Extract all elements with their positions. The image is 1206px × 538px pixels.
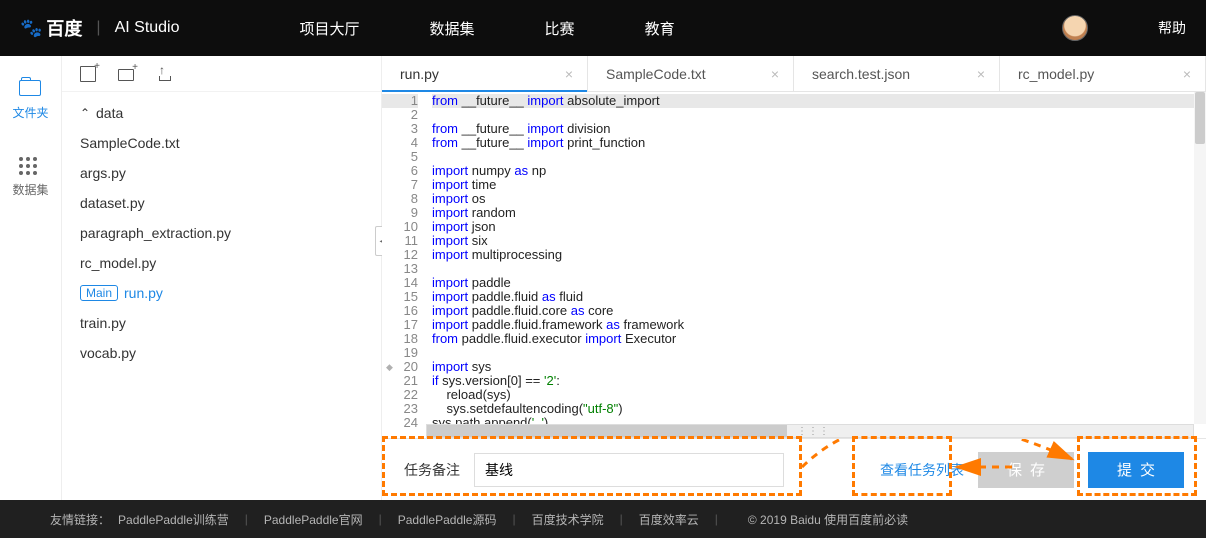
footer: 友情链接： PaddlePaddle训练营| PaddlePaddle官网| P… <box>0 500 1206 538</box>
rail-datasets-label: 数据集 <box>12 181 48 198</box>
task-note-label: 任务备注 <box>404 460 460 480</box>
tree-folder-data[interactable]: ⌃data <box>76 98 381 128</box>
tab-run-py[interactable]: run.py× <box>382 56 588 91</box>
code-area[interactable]: 123456789101112131415161718192021222324 … <box>382 92 1206 438</box>
footer-link[interactable]: 百度效率云 <box>639 511 699 528</box>
editor: ◂ run.py× SampleCode.txt× search.test.js… <box>382 56 1206 500</box>
paw-icon: 🐾 <box>20 18 42 39</box>
nav-datasets[interactable]: 数据集 <box>430 18 475 39</box>
rail-datasets[interactable]: 数据集 <box>12 157 48 198</box>
tree-file-active[interactable]: Mainrun.py <box>76 278 381 308</box>
footer-label: 友情链接： <box>50 511 110 528</box>
close-icon[interactable]: × <box>1183 66 1191 82</box>
help-link[interactable]: 帮助 <box>1158 18 1186 38</box>
file-panel: ⌃data SampleCode.txt args.py dataset.py … <box>62 56 382 500</box>
view-task-list-link[interactable]: 查看任务列表 <box>880 460 964 480</box>
tab-samplecode[interactable]: SampleCode.txt× <box>588 56 794 91</box>
tree-file[interactable]: args.py <box>76 158 381 188</box>
tree-file[interactable]: train.py <box>76 308 381 338</box>
tree-file[interactable]: vocab.py <box>76 338 381 368</box>
logo[interactable]: 🐾百度 | AI Studio <box>20 15 180 41</box>
code-content[interactable]: from __future__ import absolute_import f… <box>426 92 1206 438</box>
task-note-input[interactable] <box>474 453 784 487</box>
chevron-down-icon: ⌃ <box>80 106 90 120</box>
upload-icon[interactable] <box>156 66 172 82</box>
action-bar: 任务备注 查看任务列表 保存 提交 <box>382 438 1206 500</box>
close-icon[interactable]: × <box>771 66 779 82</box>
h-scrollbar[interactable]: ⋮⋮⋮ <box>426 424 1194 438</box>
tree-file[interactable]: SampleCode.txt <box>76 128 381 158</box>
new-folder-icon[interactable] <box>118 69 134 81</box>
grid-icon <box>19 157 41 175</box>
tree-file[interactable]: rc_model.py <box>76 248 381 278</box>
nav-items: 项目大厅 数据集 比赛 教育 <box>300 18 675 39</box>
file-tree: ⌃data SampleCode.txt args.py dataset.py … <box>62 92 381 500</box>
logo-separator: | <box>96 19 100 37</box>
new-file-icon[interactable] <box>80 66 96 82</box>
save-button[interactable]: 保存 <box>978 452 1074 488</box>
nav-projects[interactable]: 项目大厅 <box>300 18 360 39</box>
side-rail: 文件夹 数据集 <box>0 56 62 500</box>
footer-link[interactable]: PaddlePaddle训练营 <box>118 511 229 528</box>
footer-link[interactable]: PaddlePaddle官网 <box>264 511 363 528</box>
v-scrollbar[interactable] <box>1194 92 1206 424</box>
folder-icon <box>19 80 41 96</box>
tree-file[interactable]: dataset.py <box>76 188 381 218</box>
main-badge: Main <box>80 285 118 301</box>
editor-tabs: run.py× SampleCode.txt× search.test.json… <box>382 56 1206 92</box>
tab-search-json[interactable]: search.test.json× <box>794 56 1000 91</box>
footer-link[interactable]: 百度技术学院 <box>532 511 604 528</box>
footer-copyright: © 2019 Baidu 使用百度前必读 <box>748 511 908 528</box>
submit-button[interactable]: 提交 <box>1088 452 1184 488</box>
footer-link[interactable]: PaddlePaddle源码 <box>398 511 497 528</box>
top-nav: 🐾百度 | AI Studio 项目大厅 数据集 比赛 教育 帮助 <box>0 0 1206 56</box>
rail-files[interactable]: 文件夹 <box>12 80 48 121</box>
tree-file[interactable]: paragraph_extraction.py <box>76 218 381 248</box>
logo-product: AI Studio <box>115 19 180 37</box>
logo-brand: 百度 <box>46 15 82 41</box>
nav-education[interactable]: 教育 <box>645 18 675 39</box>
rail-files-label: 文件夹 <box>12 104 48 121</box>
file-toolbar <box>62 56 381 92</box>
avatar[interactable] <box>1062 15 1088 41</box>
close-icon[interactable]: × <box>565 66 573 82</box>
close-icon[interactable]: × <box>977 66 985 82</box>
tab-rc-model[interactable]: rc_model.py× <box>1000 56 1206 91</box>
nav-competition[interactable]: 比赛 <box>545 18 575 39</box>
line-gutter: 123456789101112131415161718192021222324 <box>382 92 426 438</box>
